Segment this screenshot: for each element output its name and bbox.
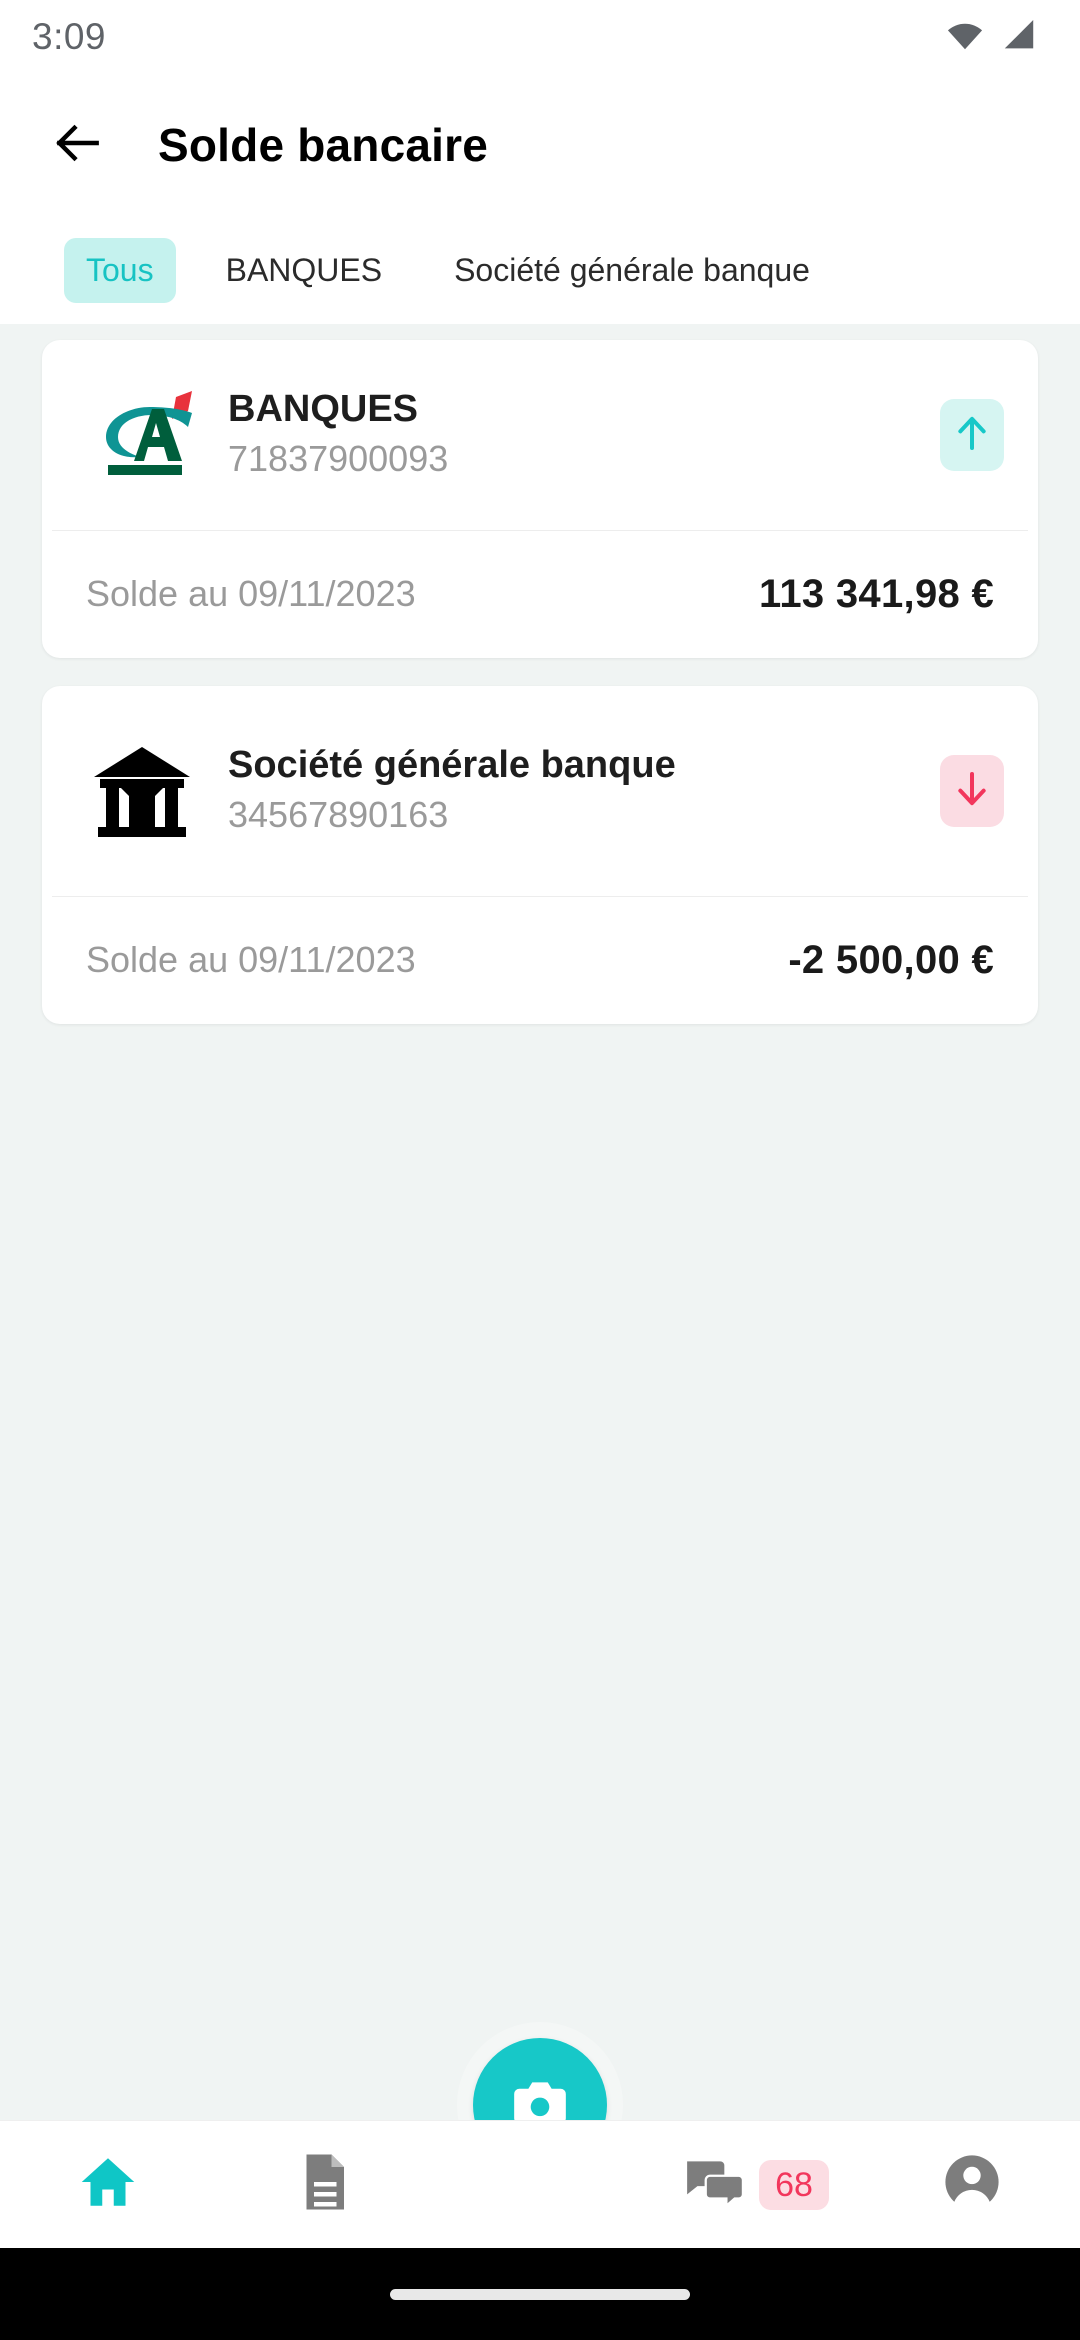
status-bar-icons <box>946 19 1036 55</box>
tab-banques[interactable]: BANQUES <box>204 238 404 303</box>
account-info: BANQUES 71837900093 <box>228 387 940 483</box>
arrow-down-icon <box>955 769 989 814</box>
chat-bubbles-icon <box>683 2156 745 2213</box>
nav-item-profile[interactable] <box>864 2121 1080 2249</box>
account-card[interactable]: Société générale banque 34567890163 Sold… <box>42 686 1038 1024</box>
bottom-navigation-bar: 68 <box>0 2120 1080 2248</box>
account-card-header: BANQUES 71837900093 <box>42 340 1038 530</box>
document-icon <box>297 2152 351 2217</box>
page-title: Solde bancaire <box>158 119 489 171</box>
account-name: BANQUES <box>228 388 419 431</box>
back-button[interactable] <box>30 97 126 193</box>
account-info: Société générale banque 34567890163 <box>228 743 940 839</box>
balance-label: Solde au 09/11/2023 <box>86 939 416 980</box>
account-number: 34567890163 <box>228 794 449 836</box>
nav-item-documents[interactable] <box>216 2121 432 2249</box>
account-balance-row: Solde au 09/11/2023 -2 500,00 € <box>42 897 1038 1023</box>
account-name: Société générale banque <box>228 744 676 787</box>
balance-value: 113 341,98 € <box>759 571 994 616</box>
status-bar-time: 3:09 <box>32 16 107 57</box>
phone-screen: 3:09 Solde bancaire Tous BANQUES Société… <box>0 0 1080 2340</box>
chat-group: 68 <box>683 2156 829 2213</box>
account-card[interactable]: BANQUES 71837900093 Solde au 09/11/2023 … <box>42 340 1038 658</box>
credit-agricole-logo <box>86 389 198 481</box>
nav-item-messages[interactable]: 68 <box>648 2121 864 2249</box>
status-bar: 3:09 <box>0 0 1080 74</box>
arrow-up-icon <box>955 413 989 458</box>
app-bar: Solde bancaire <box>0 74 1080 216</box>
trend-up-badge[interactable] <box>940 399 1004 471</box>
account-card-header: Société générale banque 34567890163 <box>42 686 1038 896</box>
wifi-icon <box>946 20 984 55</box>
arrow-left-icon <box>50 115 106 176</box>
bank-building-icon <box>86 739 198 843</box>
nav-fab-spacer <box>432 2121 648 2249</box>
home-icon <box>78 2152 138 2217</box>
cellular-signal-icon <box>1002 19 1036 55</box>
tab-tous[interactable]: Tous <box>64 237 176 303</box>
system-gesture-area <box>0 2248 1080 2340</box>
balance-value: -2 500,00 € <box>788 937 994 982</box>
message-count-badge: 68 <box>759 2159 829 2210</box>
nav-item-home[interactable] <box>0 2121 216 2249</box>
account-balance-row: Solde au 09/11/2023 113 341,98 € <box>42 531 1038 657</box>
tab-societe-generale-banque[interactable]: Société générale banque <box>432 238 832 303</box>
balance-label: Solde au 09/11/2023 <box>86 573 416 614</box>
person-icon <box>943 2153 1001 2216</box>
tab-bar: Tous BANQUES Société générale banque <box>0 216 1080 324</box>
account-number: 71837900093 <box>228 438 449 480</box>
gesture-bar[interactable] <box>390 2288 690 2300</box>
trend-down-badge[interactable] <box>940 755 1004 827</box>
